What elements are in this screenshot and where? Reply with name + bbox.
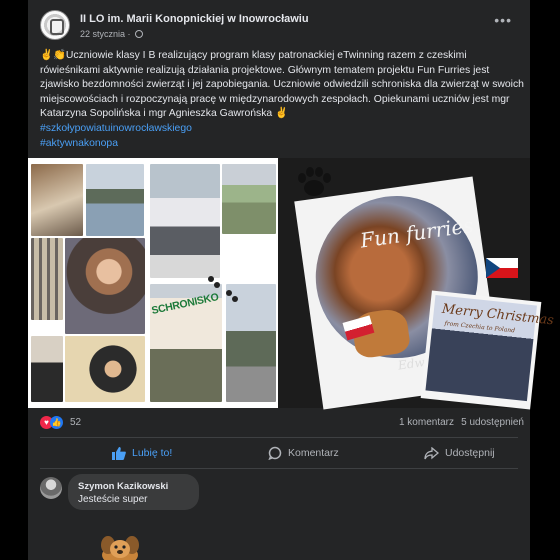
post-media[interactable]: SCHRONISKO Fun furries Edwin Merry Chris… <box>28 158 554 410</box>
post-meta: 22 stycznia · <box>80 29 144 39</box>
like-icon: 👍 <box>50 416 63 429</box>
paw-icon <box>298 167 331 196</box>
page-name[interactable]: II LO im. Marii Konopnickiej w Inowrocła… <box>80 13 309 25</box>
post-card: II LO im. Marii Konopnickiej w Inowrocła… <box>28 0 554 560</box>
globe-icon <box>135 30 144 38</box>
post-stats: ♥ 👍 52 1 komentarz 5 udostępnień <box>40 414 524 432</box>
photo-green-building <box>222 164 276 234</box>
share-label: Udostępnij <box>445 447 495 459</box>
more-options-icon[interactable]: ••• <box>494 12 512 28</box>
paw-print <box>232 296 238 302</box>
paw-print <box>226 290 232 296</box>
christmas-photo: Merry Christmas from Czechia to Poland <box>420 290 554 410</box>
post-body: ✌️👏Uczniowie klasy I B realizujący progr… <box>40 50 524 120</box>
comment-author[interactable]: Szymon Kazikowski <box>78 481 168 492</box>
hashtag-link[interactable]: #aktywnakonopa <box>40 137 524 152</box>
reaction-count[interactable]: 52 <box>70 417 81 428</box>
photo-students-outdoor <box>150 164 220 278</box>
divider <box>40 437 518 438</box>
like-button[interactable]: Lubię to! <box>112 440 172 466</box>
commenter-avatar[interactable] <box>40 477 62 499</box>
christmas-group-photo: Merry Christmas from Czechia to Poland <box>425 294 554 402</box>
page-avatar[interactable] <box>40 10 70 40</box>
post-text: ✌️👏Uczniowie klasy I B realizujący progr… <box>40 49 524 151</box>
photo-kennel <box>31 238 63 320</box>
action-bar: Lubię to! Komentarz Udostępnij <box>40 440 518 466</box>
comment-icon <box>268 446 282 460</box>
photo-dog-shelter <box>31 164 83 236</box>
shelter-sign-text: SCHRONISKO <box>150 291 220 317</box>
hashtag-link[interactable]: #szkołypowiatuinowrocławskiego <box>40 122 524 137</box>
share-button[interactable]: Udostępnij <box>424 440 495 466</box>
project-poster[interactable]: Fun furries Edwin Merry Christmas from C… <box>278 158 554 410</box>
paw-print <box>214 282 220 288</box>
photo-girl-with-cat <box>65 238 145 334</box>
photo-girl-with-dog <box>31 336 63 402</box>
comment-label: Komentarz <box>288 447 339 459</box>
comment-text: Jesteście super <box>78 494 148 505</box>
like-label: Lubię to! <box>132 447 173 459</box>
post-header: II LO im. Marii Konopnickiej w Inowrocła… <box>40 10 518 42</box>
reaction-icons[interactable]: ♥ 👍 <box>40 416 66 430</box>
czech-flag-icon <box>486 258 518 278</box>
share-icon <box>424 446 439 459</box>
divider <box>40 468 518 469</box>
photo-collage[interactable]: SCHRONISKO <box>28 158 278 408</box>
comment-bubble: Szymon Kazikowski Jesteście super <box>68 474 199 510</box>
share-count[interactable]: 5 udostępnień <box>461 417 524 428</box>
photo-girl-with-kitten <box>65 336 145 402</box>
post-date[interactable]: 22 stycznia <box>80 29 125 39</box>
dog-sticker-icon <box>101 536 139 560</box>
comment-button[interactable]: Komentarz <box>268 440 339 466</box>
meta-separator: · <box>127 29 131 39</box>
photo-shelter-sign: SCHRONISKO <box>150 284 222 402</box>
photo-students-fence <box>86 164 144 236</box>
paw-print <box>208 276 214 282</box>
comment-count[interactable]: 1 komentarz <box>399 417 454 428</box>
thumbs-up-icon <box>112 446 126 460</box>
